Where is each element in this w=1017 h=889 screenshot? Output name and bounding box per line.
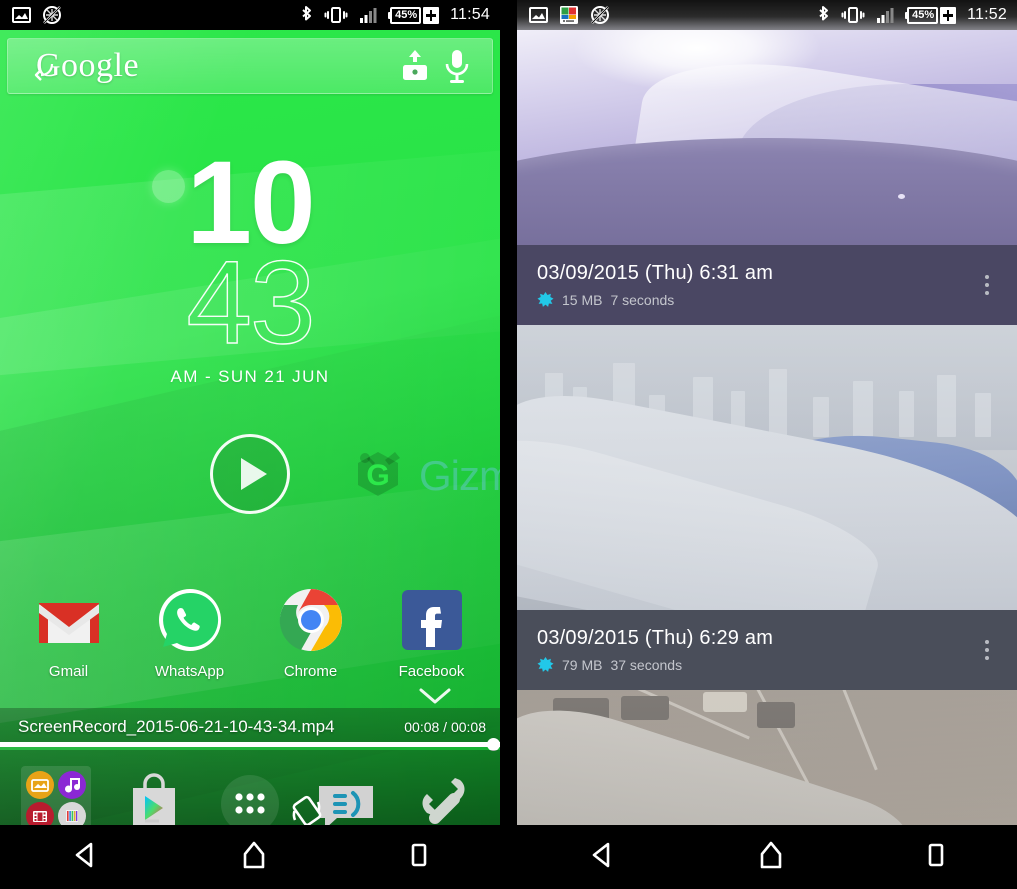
home-icon[interactable] xyxy=(239,839,269,876)
signal-icon xyxy=(876,7,896,24)
navigation-bar-left xyxy=(0,825,500,889)
new-star-icon xyxy=(537,291,554,309)
album-icon xyxy=(26,770,54,799)
video-list-item[interactable]: 03/09/2015 (Thu) 6:31 am 15 MB 7 seconds xyxy=(517,245,1017,325)
barcode-icon xyxy=(57,802,86,825)
data-saver-off-icon xyxy=(42,5,62,25)
vibrate-icon xyxy=(841,6,865,24)
clock-date: AM - SUN 21 JUN xyxy=(170,367,330,386)
dock xyxy=(0,750,500,825)
status-bar-right: 45% 11:52 xyxy=(517,0,1017,30)
facebook-icon xyxy=(396,585,468,657)
navigation-bar-right xyxy=(517,825,1017,889)
homescreen-video-frame[interactable]: Google 10 43 AM - SUN 21 JUN G Gizm Gmai… xyxy=(0,30,500,825)
data-saver-off-icon xyxy=(590,5,610,25)
rotation-lock-icon[interactable] xyxy=(286,790,328,825)
battery-icon: 45% xyxy=(388,6,440,24)
google-search-widget[interactable]: Google xyxy=(7,38,493,94)
folder-icon xyxy=(21,765,91,825)
dock-item-app-drawer[interactable] xyxy=(213,766,287,825)
film-strip-icon xyxy=(26,802,54,825)
dock-item-phone[interactable] xyxy=(405,766,479,826)
overflow-menu-icon[interactable] xyxy=(985,275,989,295)
app-shortcuts-row: Gmail WhatsApp Chrome Facebook xyxy=(0,585,500,680)
back-icon[interactable] xyxy=(68,840,102,875)
video-size: 79 MB xyxy=(562,657,603,673)
play-button[interactable] xyxy=(210,434,290,514)
clock-widget[interactable]: 10 43 AM - SUN 21 JUN xyxy=(0,144,500,387)
signal-icon xyxy=(359,7,379,24)
bluetooth-icon xyxy=(817,5,830,25)
screen-separator xyxy=(500,0,517,889)
app-shortcut-whatsapp[interactable]: WhatsApp xyxy=(136,585,244,680)
thumbnail-highlight xyxy=(898,194,905,199)
battery-charging-plus-icon xyxy=(423,6,440,24)
gmail-icon xyxy=(33,585,105,657)
chevron-down-icon[interactable] xyxy=(415,685,455,707)
app-label: Gmail xyxy=(48,663,89,680)
video-thumbnail[interactable]: GizmoBolt xyxy=(517,325,1017,610)
recents-icon[interactable] xyxy=(923,840,949,875)
whatsapp-icon xyxy=(154,585,226,657)
image-icon xyxy=(529,7,548,23)
gallery-app-icon xyxy=(559,5,579,25)
microphone-icon[interactable] xyxy=(436,46,478,86)
clock-minute: 43 xyxy=(186,237,317,369)
battery-percent-label: 45% xyxy=(388,6,422,24)
image-icon xyxy=(12,7,31,23)
app-label: WhatsApp xyxy=(154,663,225,680)
bluetooth-icon xyxy=(300,5,313,25)
clock-indicator-dot xyxy=(152,170,185,203)
video-title: 03/09/2015 (Thu) 6:29 am xyxy=(537,626,774,649)
back-arrow-icon xyxy=(32,61,54,81)
new-star-icon xyxy=(537,656,554,674)
status-bar-clock: 11:52 xyxy=(967,6,1007,23)
right-phone-screen: 45% 11:52 03/09/2015 (Thu) 6:31 am 15 MB xyxy=(517,0,1017,889)
back-icon[interactable] xyxy=(585,840,619,875)
camera-upload-icon[interactable] xyxy=(394,47,436,85)
video-filename: ScreenRecord_2015-06-21-10-43-34.mp4 xyxy=(18,717,335,736)
vibrate-icon xyxy=(324,6,348,24)
video-size: 15 MB xyxy=(562,292,603,308)
left-phone-screen: 45% 11:54 Google 10 43 AM - SUN 21 JUN G… xyxy=(0,0,500,889)
app-shortcut-facebook[interactable]: Facebook xyxy=(378,585,486,680)
thumbnail-band xyxy=(517,138,1017,245)
video-control-bar[interactable]: ScreenRecord_2015-06-21-10-43-34.mp4 00:… xyxy=(0,708,500,746)
chrome-icon xyxy=(275,585,347,657)
overflow-menu-icon[interactable] xyxy=(985,640,989,660)
music-note-icon xyxy=(57,770,86,799)
battery-icon: 45% xyxy=(905,6,957,24)
status-bar-left: 45% 11:54 xyxy=(0,0,500,30)
battery-percent-label: 45% xyxy=(905,6,939,24)
dock-item-media-folder[interactable] xyxy=(21,765,95,825)
battery-charging-plus-icon xyxy=(940,6,957,24)
recents-icon[interactable] xyxy=(406,840,432,875)
video-title: 03/09/2015 (Thu) 6:31 am xyxy=(537,261,774,284)
video-thumbnail[interactable] xyxy=(517,30,1017,245)
video-thumbnail[interactable] xyxy=(517,690,1017,825)
app-shortcut-chrome[interactable]: Chrome xyxy=(257,585,365,680)
app-label: Facebook xyxy=(398,663,465,680)
video-progress-fill xyxy=(0,742,500,747)
video-progress-bar[interactable] xyxy=(0,742,500,747)
video-list-item[interactable]: 03/09/2015 (Thu) 6:29 am 79 MB 37 second… xyxy=(517,610,1017,690)
home-icon[interactable] xyxy=(756,839,786,876)
video-list[interactable]: 03/09/2015 (Thu) 6:31 am 15 MB 7 seconds xyxy=(517,30,1017,825)
thumbnail-haze xyxy=(517,325,1017,610)
video-timecode: 00:08 / 00:08 xyxy=(404,719,486,735)
app-shortcut-gmail[interactable]: Gmail xyxy=(15,585,123,680)
dock-item-play-store[interactable] xyxy=(117,766,191,825)
app-label: Chrome xyxy=(283,663,338,680)
video-duration: 37 seconds xyxy=(610,657,683,673)
thumbnail-haze xyxy=(517,690,1017,825)
video-duration: 7 seconds xyxy=(610,292,675,308)
status-bar-clock: 11:54 xyxy=(450,6,490,23)
play-icon xyxy=(240,458,267,490)
